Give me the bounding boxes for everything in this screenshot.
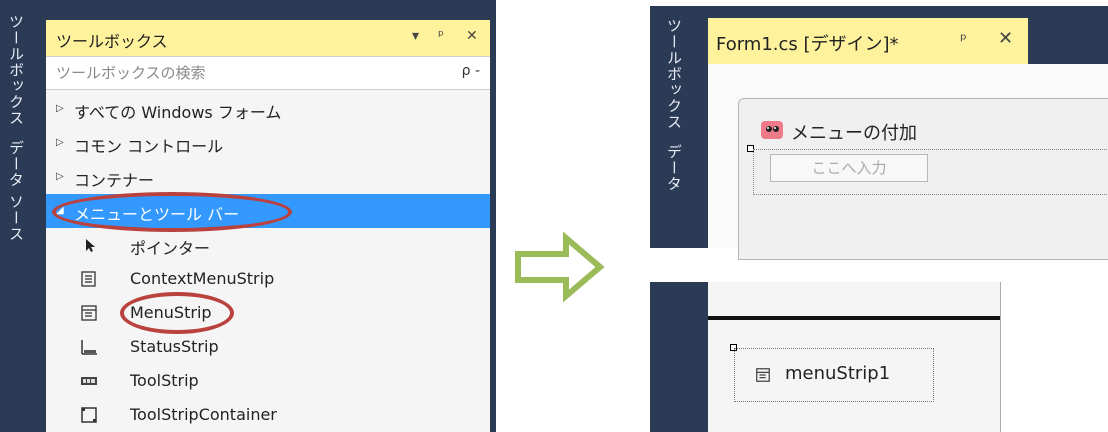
tray-item-label: menuStrip1 (785, 363, 891, 384)
tab-strip-empty (1028, 18, 1108, 64)
category-label: すべての Windows フォーム (74, 103, 282, 122)
toolbox-title: ツールボックス (56, 32, 168, 51)
menu-strip-design-area[interactable]: ここへ入力 (753, 149, 1108, 195)
designer-window: ツールボックスデータ Form1.cs [デザイン]* ᵖ ✕ メニューの付加 … (650, 6, 1108, 260)
toolbox-item-contextmenustrip[interactable]: ContextMenuStrip (46, 262, 490, 296)
component-tray: menuStrip1 (708, 282, 1001, 432)
type-here-box[interactable]: ここへ入力 (770, 154, 928, 182)
toolbox-item-pointer[interactable]: ポインター (46, 228, 490, 262)
designer-document: Form1.cs [デザイン]* ᵖ ✕ メニューの付加 ここへ入力 (708, 18, 1108, 260)
menu-strip-icon (81, 305, 97, 321)
close-icon[interactable]: ✕ (998, 28, 1013, 49)
category-label: コンテナー (74, 171, 155, 190)
item-label: MenuStrip (130, 303, 212, 322)
pin-icon[interactable]: ᵖ (960, 30, 967, 49)
toolbox-search-bar: ρ - (46, 56, 490, 90)
status-strip-icon (81, 340, 97, 355)
toolbox-panel: ツールボックス ▾ ᵖ ✕ ρ - ▷ すべての Windows フォーム ▷ … (46, 20, 490, 432)
form-eyes-icon (766, 126, 779, 132)
side-tab-toolbox[interactable]: ツールボックス (7, 14, 25, 126)
search-icon[interactable]: ρ - (462, 63, 480, 79)
dropdown-icon[interactable]: ▾ (412, 28, 419, 44)
close-icon[interactable]: ✕ (466, 28, 478, 44)
tab-form1-design[interactable]: Form1.cs [デザイン]* ᵖ ✕ (708, 18, 1028, 64)
right-side-tab-strip: ツールボックスデータ (650, 6, 708, 248)
component-tray-window: menuStrip1 (650, 282, 1001, 432)
item-label: ポインター (130, 239, 211, 258)
expand-icon[interactable]: ▷ (56, 137, 64, 148)
category-common-controls[interactable]: ▷ コモン コントロール (46, 126, 490, 160)
pin-icon[interactable]: ᵖ (438, 28, 444, 44)
form-title: メニューの付加 (791, 123, 917, 144)
toolbox-item-toolstrip[interactable]: ToolStrip (46, 364, 490, 398)
toolbox-search-input[interactable] (54, 62, 428, 84)
tool-strip-container-icon (81, 407, 97, 423)
side-tab-datasource[interactable]: データ (665, 144, 683, 192)
side-tabs: ツールボックスデータ ソース (6, 14, 27, 242)
tray-side-strip (650, 282, 708, 432)
toolbox-item-menustrip[interactable]: MenuStrip (46, 296, 490, 330)
side-tabs: ツールボックスデータ (664, 18, 685, 192)
form-preview[interactable]: メニューの付加 ここへ入力 (738, 98, 1108, 260)
category-label: メニューとツール バー (74, 205, 240, 224)
category-containers[interactable]: ▷ コンテナー (46, 160, 490, 194)
toolbox-window: ツールボックスデータ ソース ツールボックス ▾ ᵖ ✕ ρ - ▷ すべての … (0, 0, 496, 432)
tray-divider (708, 316, 1000, 320)
item-label: ContextMenuStrip (130, 269, 275, 288)
item-label: ToolStripContainer (130, 405, 277, 424)
category-all-windows-forms[interactable]: ▷ すべての Windows フォーム (46, 92, 490, 126)
tool-strip-icon (81, 377, 97, 385)
item-label: ToolStrip (130, 371, 199, 390)
side-tab-toolbox[interactable]: ツールボックス (665, 18, 683, 130)
form-icon (761, 121, 783, 139)
category-menus-toolbars[interactable]: ◢ メニューとツール バー (46, 194, 490, 228)
category-label: コモン コントロール (74, 137, 224, 156)
menu-strip-icon (756, 368, 770, 382)
item-label: StatusStrip (130, 337, 219, 356)
toolbox-header: ツールボックス ▾ ᵖ ✕ (46, 20, 490, 56)
pointer-icon (86, 239, 95, 252)
tab-title: Form1.cs [デザイン]* (716, 34, 899, 55)
right-arrow-icon (515, 232, 605, 302)
toolbox-item-toolstripcontainer[interactable]: ToolStripContainer (46, 398, 490, 432)
collapse-icon[interactable]: ◢ (56, 205, 64, 216)
tray-item-menustrip1[interactable]: menuStrip1 (734, 348, 934, 402)
toolbox-item-statusstrip[interactable]: StatusStrip (46, 330, 490, 364)
side-tab-datasource[interactable]: データ ソース (7, 140, 25, 242)
left-side-tab-strip: ツールボックスデータ ソース (0, 0, 46, 432)
context-menu-strip-icon (81, 271, 96, 287)
expand-icon[interactable]: ▷ (56, 103, 64, 114)
expand-icon[interactable]: ▷ (56, 171, 64, 182)
